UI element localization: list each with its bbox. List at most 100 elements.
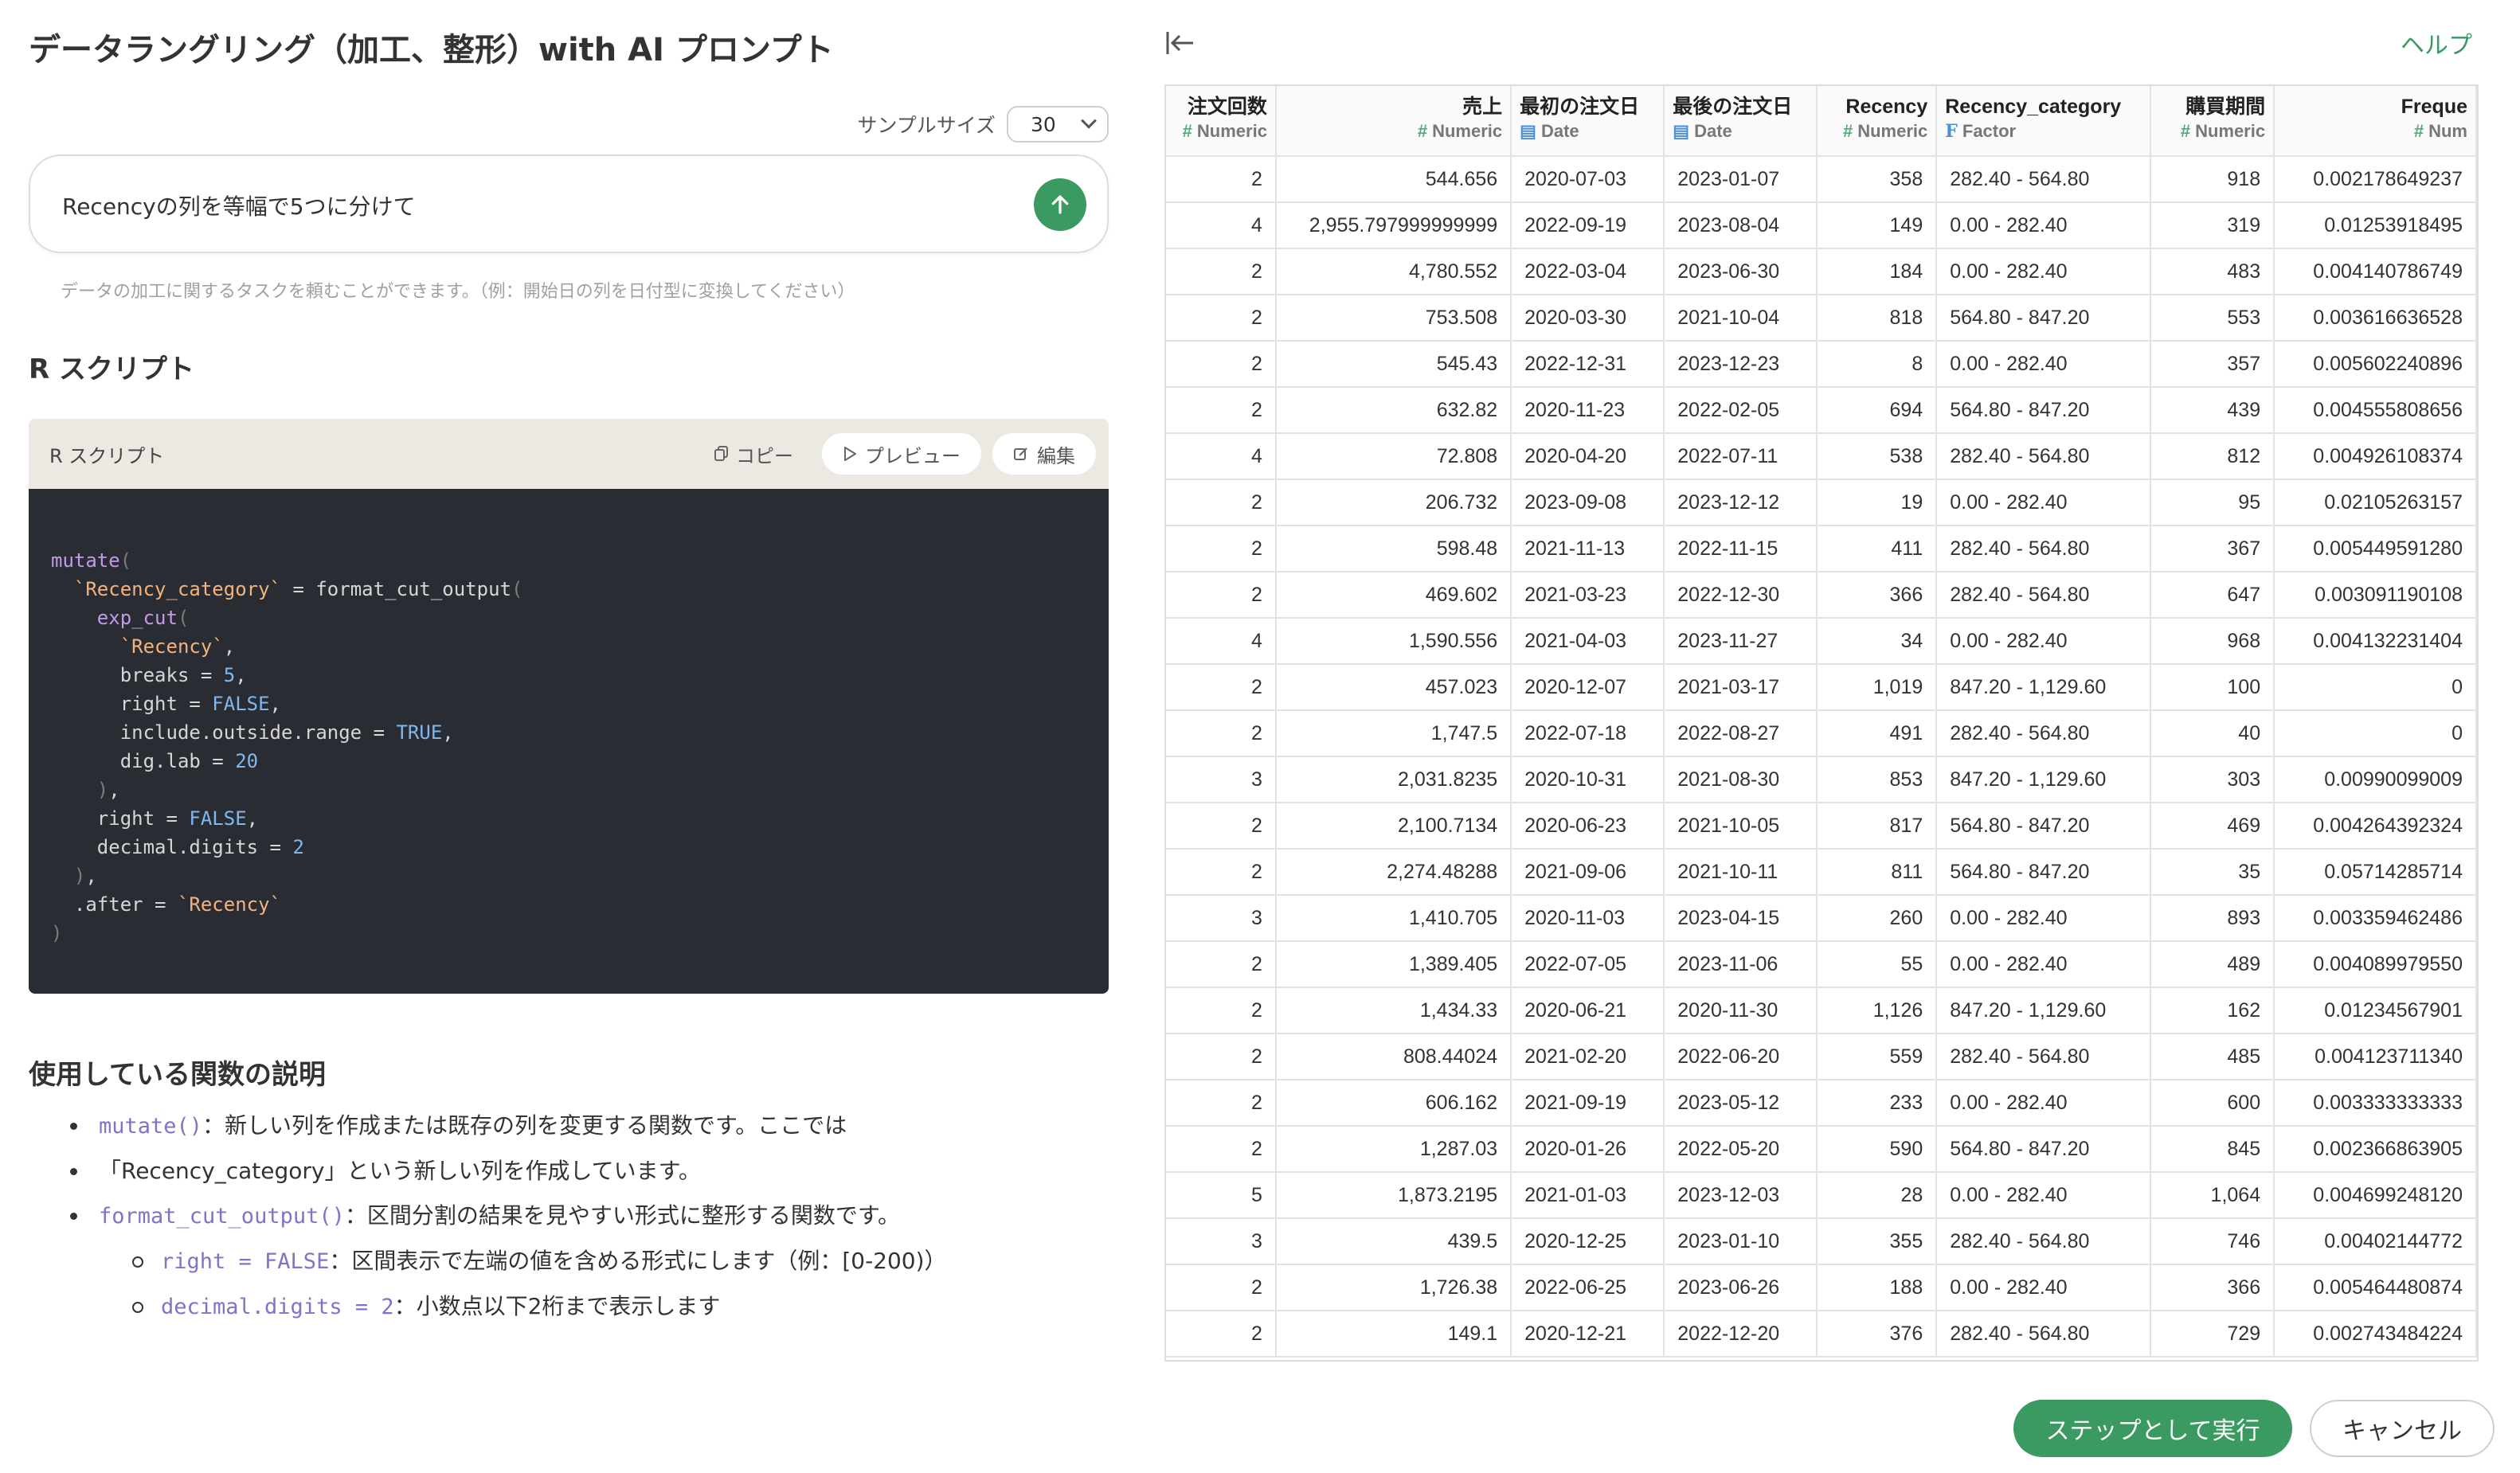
table-cell: 2,100.7134: [1275, 803, 1512, 850]
table-cell: 2021-11-13: [1511, 526, 1665, 572]
table-cell: 2023-11-27: [1664, 618, 1818, 665]
table-cell: 0.002366863905: [2274, 1126, 2477, 1173]
prompt-input-text[interactable]: Recencyの列を等幅で5つに分けて: [62, 189, 416, 221]
code-line: ),: [96, 779, 120, 801]
table-cell: 2021-10-05: [1664, 803, 1818, 850]
table-cell: 545.43: [1275, 341, 1512, 388]
sample-size-row: サンプルサイズ 30: [857, 105, 1109, 143]
table-row: 2 545.43 2022-12-31 2023-12-23 8 0.00 - 282.4…: [1166, 341, 2477, 388]
table-row: 5 1,873.2195 2021-01-03 2023-12-03 28 0.00 - …: [1166, 1172, 2477, 1219]
numeric-type-icon: #: [1842, 121, 1853, 141]
table-cell: 893: [2150, 895, 2275, 942]
run-as-step-button[interactable]: ステップとして実行: [2013, 1400, 2292, 1457]
table-cell: 2022-07-18: [1511, 710, 1665, 757]
table-cell: 2022-06-20: [1664, 1033, 1818, 1080]
table-cell: 2022-06-25: [1511, 1264, 1665, 1311]
table-cell: 0.00 - 282.40: [1936, 341, 2152, 388]
sample-size-select[interactable]: 30: [1007, 106, 1109, 143]
calendar-icon: ▤: [1673, 121, 1690, 141]
arg-code: decimal.digits = 2: [161, 1295, 394, 1319]
table-cell: 2021-01-03: [1511, 1172, 1665, 1219]
column-header[interactable]: Freque # Num: [2274, 86, 2477, 157]
column-type-label: Date: [1694, 121, 1732, 141]
code-line: `Recency_category` = format_cut_output(: [73, 578, 523, 600]
table-cell: 0.02105263157: [2274, 479, 2477, 526]
table-cell: 847.20 - 1,129.60: [1936, 664, 2152, 711]
column-header[interactable]: 最後の注文日 ▤ Date: [1664, 86, 1818, 157]
table-cell: 2: [1166, 387, 1277, 434]
column-type-label: Date: [1540, 121, 1579, 141]
table-cell: 0.004264392324: [2274, 803, 2477, 850]
table-cell: 376: [1817, 1311, 1938, 1358]
table-cell: 34: [1817, 618, 1938, 665]
table-cell: 0.00 - 282.40: [1936, 1172, 2152, 1219]
table-cell: 2023-06-30: [1664, 248, 1818, 295]
chevron-down-icon: [1081, 112, 1097, 129]
table-cell: 2023-05-12: [1664, 1080, 1818, 1127]
collapse-panel-icon[interactable]: [1164, 29, 1196, 57]
table-cell: 853: [1817, 756, 1938, 803]
table-cell: 0.00 - 282.40: [1936, 618, 2152, 665]
table-cell: 0: [2274, 710, 2477, 757]
preview-button[interactable]: プレビュー: [822, 433, 981, 475]
table-cell: 2020-11-23: [1511, 387, 1665, 434]
table-cell: 0.00990099009: [2274, 756, 2477, 803]
edit-label: 編集: [1037, 444, 1075, 467]
edit-icon: [1014, 447, 1027, 460]
table-cell: 598.48: [1275, 526, 1512, 572]
column-name: Recency_category: [1945, 96, 2122, 118]
table-cell: 366: [2150, 1264, 2275, 1311]
table-row: 4 1,590.556 2021-04-03 2023-11-27 34 0.00 - 2…: [1166, 618, 2477, 665]
help-link[interactable]: ヘルプ: [2401, 25, 2472, 61]
table-cell: 95: [2150, 479, 2275, 526]
table-cell: 0: [2274, 664, 2477, 711]
table-cell: 2020-06-23: [1511, 803, 1665, 850]
table-cell: 2020-11-30: [1664, 987, 1818, 1034]
table-cell: 0.00402144772: [2274, 1218, 2477, 1265]
table-cell: 188: [1817, 1264, 1938, 1311]
table-cell: 2020-06-21: [1511, 987, 1665, 1034]
column-header[interactable]: 注文回数 # Numeric: [1166, 86, 1277, 157]
table-cell: 538: [1817, 433, 1938, 480]
table-row: 2 1,747.5 2022-07-18 2022-08-27 491 282.40 - …: [1166, 710, 2477, 757]
function-item-mutate-cont: 「Recency_category」という新しい列を作成しています。: [70, 1149, 1066, 1194]
table-cell: 319: [2150, 202, 2275, 249]
table-cell: 2023-12-03: [1664, 1172, 1818, 1219]
column-header[interactable]: 購買期間 # Numeric: [2150, 86, 2275, 157]
table-cell: 2020-03-30: [1511, 295, 1665, 342]
table-cell: 28: [1817, 1172, 1938, 1219]
table-cell: 808.44024: [1275, 1033, 1512, 1080]
table-cell: 55: [1817, 941, 1938, 988]
cancel-button[interactable]: キャンセル: [2310, 1400, 2495, 1457]
table-cell: 2021-03-23: [1511, 572, 1665, 619]
table-cell: 2: [1166, 248, 1277, 295]
table-row: 2 808.44024 2021-02-20 2022-06-20 559 282.40 …: [1166, 1033, 2477, 1080]
column-header[interactable]: Recency # Numeric: [1817, 86, 1938, 157]
table-cell: 8: [1817, 341, 1938, 388]
table-cell: 149.1: [1275, 1311, 1512, 1358]
column-header[interactable]: 売上 # Numeric: [1275, 86, 1512, 157]
prompt-input[interactable]: Recencyの列を等幅で5つに分けて: [29, 154, 1109, 253]
table-cell: 2: [1166, 1311, 1277, 1358]
column-header[interactable]: 最初の注文日 ▤ Date: [1511, 86, 1665, 157]
copy-button[interactable]: コピー: [714, 440, 793, 468]
table-cell: 282.40 - 564.80: [1936, 1311, 2152, 1358]
table-cell: 489: [2150, 941, 2275, 988]
table-cell: 1,434.33: [1275, 987, 1512, 1034]
table-cell: 2,031.8235: [1275, 756, 1512, 803]
send-button[interactable]: [1034, 178, 1086, 231]
arg-code: right = FALSE: [161, 1249, 330, 1274]
table-cell: 2021-10-04: [1664, 295, 1818, 342]
table-cell: 2021-10-11: [1664, 849, 1818, 896]
table-header-row: 注文回数 # Numeric 売上 # Numeric 最初の注文日 ▤ Date 最後の注文日 ▤…: [1166, 86, 2477, 157]
table-cell: 2020-11-03: [1511, 895, 1665, 942]
table-cell: 233: [1817, 1080, 1938, 1127]
preview-table-container[interactable]: 注文回数 # Numeric 売上 # Numeric 最初の注文日 ▤ Date 最後の注文日 ▤…: [1164, 84, 2479, 1362]
function-code: format_cut_output(): [99, 1204, 345, 1229]
table-cell: 0.00 - 282.40: [1936, 202, 2152, 249]
column-header[interactable]: Recency_category F Factor: [1936, 86, 2152, 157]
table-cell: 2023-01-10: [1664, 1218, 1818, 1265]
table-cell: 0.003091190108: [2274, 572, 2477, 619]
table-cell: 1,064: [2150, 1172, 2275, 1219]
edit-button[interactable]: 編集: [992, 433, 1096, 475]
